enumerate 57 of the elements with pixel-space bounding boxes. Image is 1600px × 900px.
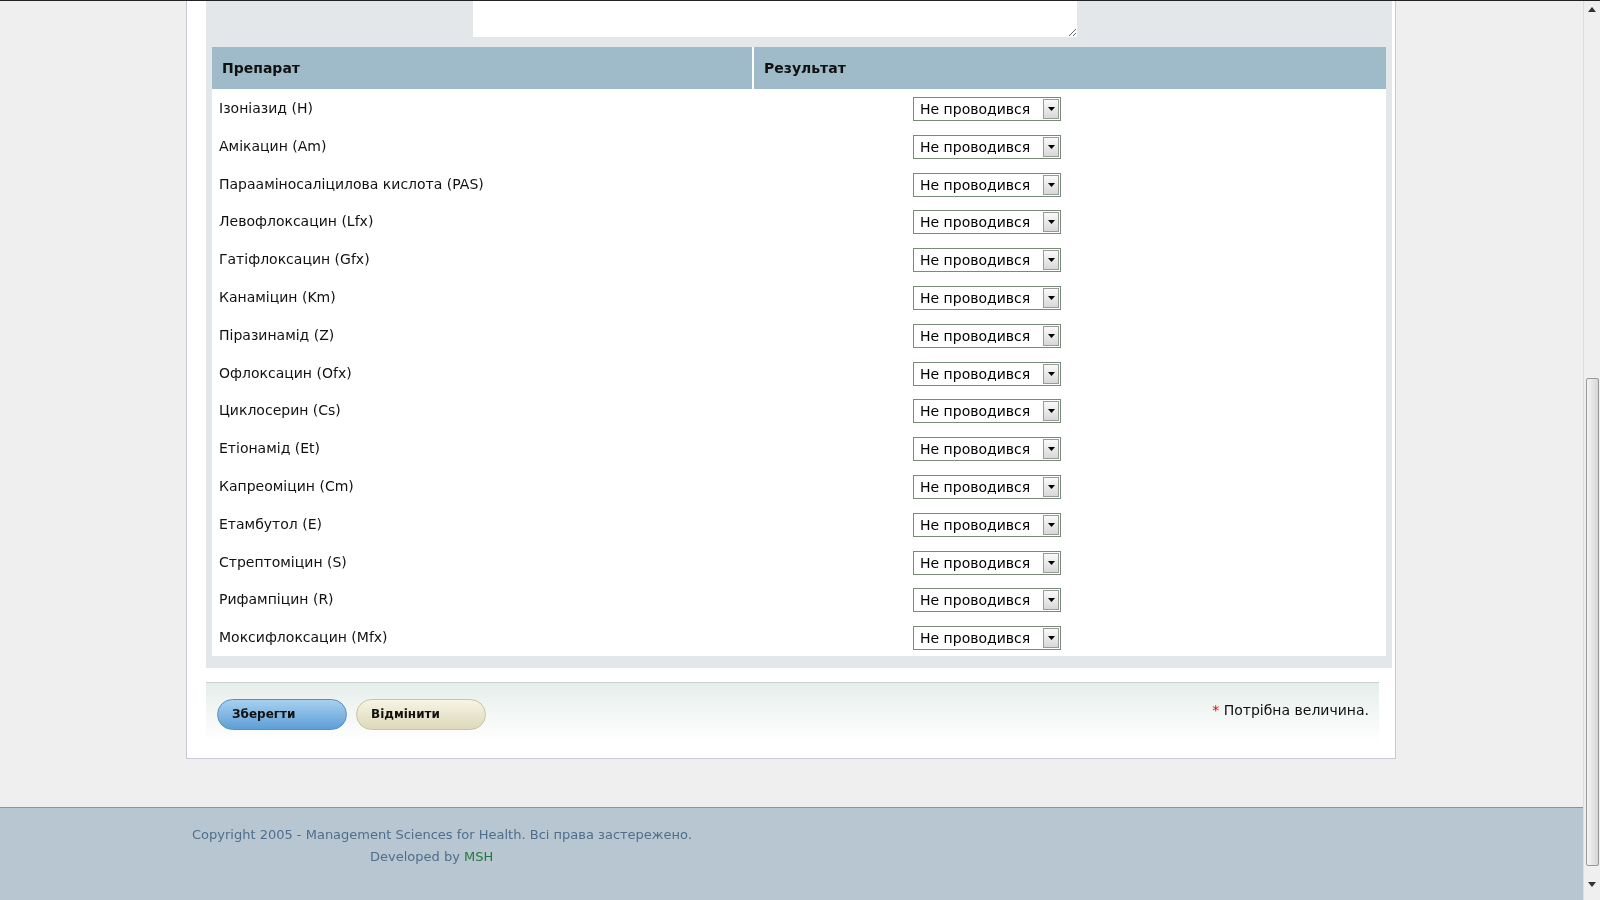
result-dropdown[interactable]: Не проводився (913, 361, 1061, 386)
result-dropdown[interactable]: Не проводився (913, 210, 1061, 235)
column-header: Препарат (212, 47, 754, 89)
result-dropdown[interactable]: Не проводився (913, 437, 1061, 462)
developed-by-text: Developed by (370, 849, 460, 864)
drug-name: Моксифлоксацин (Mfx) (219, 629, 388, 646)
drug-name: Канаміцин (Km) (219, 289, 336, 305)
drug-name: Ізоніазид (H) (219, 100, 313, 116)
dropdown-caret-icon (1047, 560, 1055, 565)
result-dropdown[interactable]: Не проводився (913, 286, 1061, 310)
result-dropdown[interactable]: Не проводився (913, 550, 1061, 575)
save-button[interactable]: Зберегти (217, 698, 347, 730)
scrollbar[interactable] (1583, 1, 1600, 900)
column-header: Результат (763, 59, 847, 78)
result-dropdown[interactable]: Не проводився (913, 248, 1061, 273)
drug-name: Офлоксацин (Ofx) (219, 364, 352, 381)
drug-name: Гатіфлоксацин (Gfx) (219, 251, 370, 268)
scroll-thumb[interactable] (1585, 378, 1599, 866)
result-dropdown[interactable]: Не проводився (913, 626, 1061, 651)
drug-name: Циклосерин (Cs) (219, 402, 341, 419)
drug-name: Рифампіцин (R) (219, 591, 334, 608)
result-dropdown[interactable]: Не проводився (913, 512, 1061, 537)
result-dropdown[interactable]: Не проводився (913, 172, 1061, 197)
drug-name: Амікацин (Am) (219, 137, 327, 154)
result-dropdown[interactable]: Не проводився (913, 323, 1061, 348)
scroll-up-icon[interactable] (1588, 7, 1596, 12)
result-dropdown[interactable]: Не проводився (913, 134, 1061, 159)
dropdown-caret-icon (1047, 447, 1055, 452)
required-mark: * (1212, 701, 1220, 718)
cancel-button[interactable]: Відмінити (356, 698, 486, 730)
result-dropdown[interactable]: Не проводився (913, 588, 1061, 613)
drug-name: Етамбутол (E) (219, 515, 322, 532)
dropdown-caret-icon (1047, 522, 1055, 527)
dropdown-caret-icon (1047, 144, 1055, 149)
drug-name: Капреоміцин (Cm) (219, 477, 354, 494)
result-dropdown[interactable]: Не проводився (913, 399, 1061, 424)
drug-name: Левофлоксацин (Lfx) (219, 213, 374, 230)
dropdown-caret-icon (1047, 409, 1055, 414)
result-dropdown[interactable]: Не проводився (913, 474, 1061, 499)
dropdown-caret-icon (1047, 484, 1055, 489)
required-note: Потрібна величина. (1223, 701, 1369, 718)
copyright-text: Copyright 2005 - Management Sciences for Health. Всі права застережено. (192, 827, 694, 842)
dropdown-caret-icon (1047, 258, 1055, 263)
dropdown-caret-icon (1047, 220, 1055, 225)
drug-name: Стрептоміцин (S) (219, 553, 347, 570)
drug-name: Піразинамід (Z) (219, 326, 335, 343)
dropdown-caret-icon (1047, 598, 1055, 603)
dropdown-caret-icon (1047, 333, 1055, 338)
drug-name: Етіонамід (Et) (219, 440, 321, 457)
dropdown-caret-icon (1047, 636, 1055, 641)
dropdown-caret-icon (1047, 371, 1055, 376)
scroll-down-icon[interactable] (1588, 882, 1596, 887)
result-dropdown[interactable]: Не проводився (913, 97, 1061, 121)
dropdown-caret-icon (1047, 182, 1055, 187)
dropdown-caret-icon (1047, 296, 1055, 300)
dropdown-caret-icon (1047, 107, 1055, 111)
drug-name: Парааміносаліцилова кислота (PAS) (219, 175, 484, 192)
